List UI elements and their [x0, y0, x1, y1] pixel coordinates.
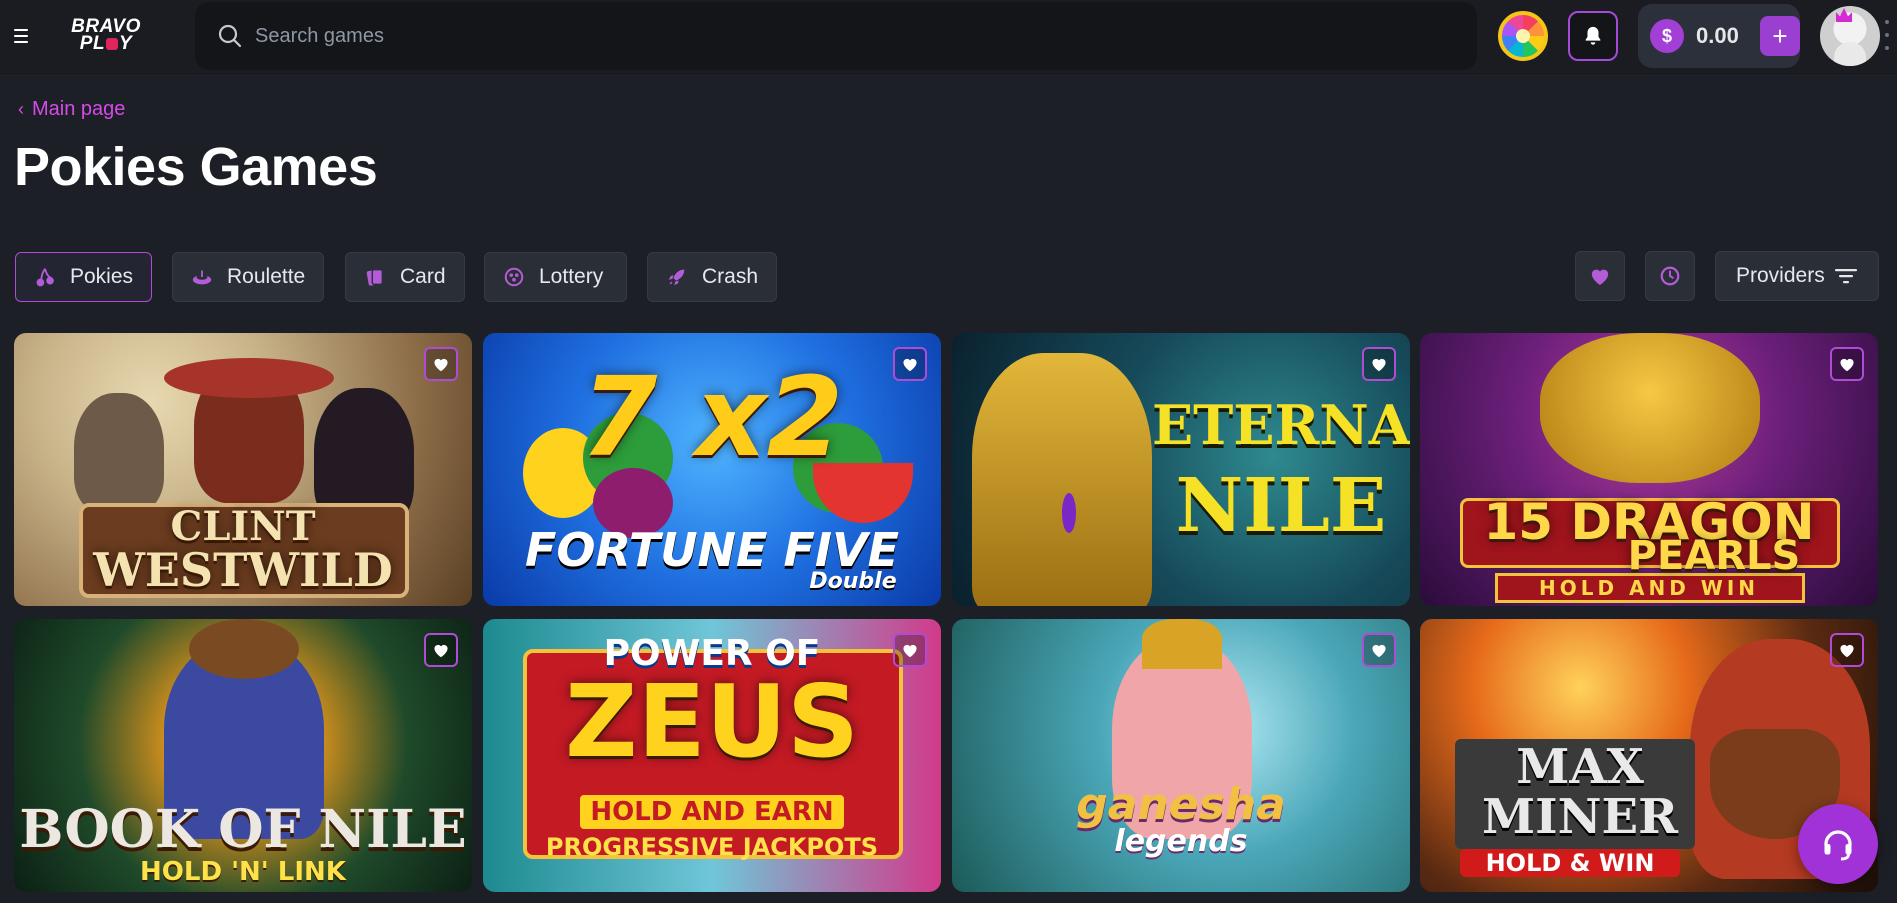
hamburger-menu-icon[interactable] — [14, 26, 34, 46]
game-subtitle: HOLD 'N' LINK — [140, 857, 346, 887]
cards-icon — [364, 266, 386, 288]
favorite-heart-icon[interactable] — [424, 633, 458, 667]
game-title-line-2: NILE — [1175, 463, 1387, 549]
game-title: BOOK OF NILE — [19, 799, 467, 860]
breadcrumb-main-page[interactable]: ‹ Main page — [18, 98, 125, 121]
game-card-ganesha-legends[interactable]: ganesha legends — [952, 619, 1410, 892]
favorite-heart-icon[interactable] — [1830, 633, 1864, 667]
game-card-eternal-nile[interactable]: ETERNAL NILE — [952, 333, 1410, 606]
heart-icon — [1591, 269, 1609, 286]
game-title: ETERNAL — [1152, 393, 1410, 457]
cherries-icon — [34, 266, 56, 288]
game-title-line-2: MINER — [1482, 789, 1678, 845]
game-title: ganesha — [1076, 779, 1286, 830]
logo-text-a: PL — [79, 33, 106, 54]
lottery-ball-icon — [503, 266, 525, 288]
live-support-button[interactable] — [1798, 804, 1878, 884]
more-options-icon[interactable] — [1885, 20, 1889, 50]
tab-card[interactable]: Card — [345, 252, 465, 302]
favorite-heart-icon[interactable] — [424, 347, 458, 381]
game-subtitle-text: HOLD AND EARN — [580, 795, 844, 829]
logo-line-2: PL Y — [58, 33, 154, 54]
tab-pokies[interactable]: Pokies — [15, 252, 152, 302]
gift-icon — [106, 37, 119, 50]
providers-filter-button[interactable]: Providers — [1715, 251, 1879, 301]
game-card-clint-westwild[interactable]: CLINT WESTWILD — [14, 333, 472, 606]
game-title-line-2: ZEUS — [564, 663, 860, 780]
game-subtitle-2: PROGRESSIVE JACKPOTS — [545, 833, 879, 861]
favorites-filter-button[interactable] — [1575, 251, 1625, 301]
search-input[interactable] — [255, 24, 1355, 48]
favorite-heart-icon[interactable] — [1362, 347, 1396, 381]
tab-label: Crash — [702, 265, 759, 288]
game-subtitle: HOLD AND EARN — [483, 795, 941, 829]
tab-label: Roulette — [227, 265, 306, 288]
favorite-heart-icon[interactable] — [893, 633, 927, 667]
tab-label: Card — [400, 265, 446, 288]
breadcrumb-label: Main page — [32, 98, 126, 120]
favorite-heart-icon[interactable] — [1362, 633, 1396, 667]
game-title: 7 x2 — [580, 353, 844, 481]
providers-label: Providers — [1736, 264, 1825, 287]
game-card-power-of-zeus[interactable]: POWER OF ZEUS HOLD AND EARN PROGRESSIVE … — [483, 619, 941, 892]
page-title: Pokies Games — [14, 137, 378, 197]
favorite-heart-icon[interactable] — [893, 347, 927, 381]
game-card-15-dragon-pearls[interactable]: 15 DRAGON PEARLS HOLD AND WIN — [1420, 333, 1878, 606]
top-header: BRAVO PLY $ 0.00 + — [0, 0, 1897, 74]
wallet-balance: $ 0.00 + — [1638, 4, 1800, 68]
game-title-line-2: WESTWILD — [93, 543, 393, 597]
search-bar[interactable] — [195, 2, 1477, 70]
game-card-fortune-five-double[interactable]: 7 x2 FORTUNE FIVE Double — [483, 333, 941, 606]
bell-icon — [1585, 26, 1601, 45]
game-title-line-2: legends — [1114, 824, 1248, 859]
fortune-wheel-icon[interactable] — [1498, 11, 1548, 61]
tab-lottery[interactable]: Lottery — [484, 252, 627, 302]
deposit-button[interactable]: + — [1760, 16, 1800, 56]
game-card-book-of-nile[interactable]: BOOK OF NILE HOLD 'N' LINK — [14, 619, 472, 892]
chevron-left-icon: ‹ — [18, 99, 24, 119]
tab-roulette[interactable]: Roulette — [172, 252, 324, 302]
game-title-line-2: PEARLS — [1627, 533, 1801, 579]
rocket-icon — [666, 266, 688, 288]
currency-coin-icon: $ — [1650, 19, 1684, 53]
history-icon — [1660, 266, 1680, 286]
game-subtitle: Double — [809, 569, 897, 594]
game-subtitle: HOLD & WIN — [1460, 849, 1680, 877]
search-icon — [218, 24, 242, 48]
tab-label: Lottery — [539, 265, 604, 288]
filter-icon — [1835, 269, 1857, 284]
recent-games-button[interactable] — [1645, 251, 1695, 301]
tab-label: Pokies — [70, 265, 134, 288]
game-subtitle: HOLD AND WIN — [1538, 576, 1760, 600]
headset-icon — [1824, 830, 1852, 861]
notifications-button[interactable] — [1568, 11, 1618, 61]
game-title: MAX — [1516, 739, 1644, 795]
tab-crash[interactable]: Crash — [647, 252, 777, 302]
balance-amount: 0.00 — [1696, 23, 1739, 48]
bravoplay-logo[interactable]: BRAVO PL Y — [58, 17, 154, 54]
favorite-heart-icon[interactable] — [1830, 347, 1864, 381]
logo-text-b: Y — [119, 33, 133, 54]
roulette-icon — [191, 266, 213, 288]
